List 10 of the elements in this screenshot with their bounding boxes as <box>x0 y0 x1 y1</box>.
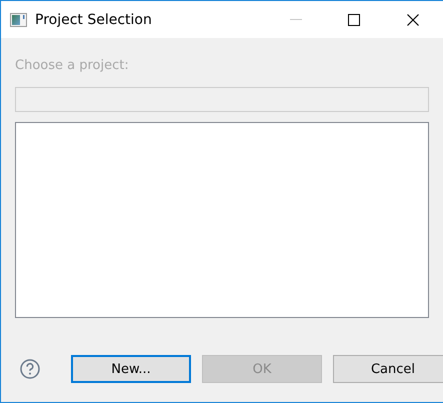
dialog-button[interactable]: New... <box>71 355 191 383</box>
app-icon <box>10 12 27 26</box>
close-icon <box>407 14 419 26</box>
help-icon[interactable] <box>20 359 40 379</box>
project-list[interactable] <box>15 122 429 318</box>
maximize-icon <box>348 14 360 26</box>
minimize-icon <box>290 18 302 20</box>
prompt-label: Choose a project: <box>15 58 130 75</box>
window-title: Project Selection <box>35 12 152 28</box>
dialog-button[interactable]: Cancel <box>333 355 443 383</box>
